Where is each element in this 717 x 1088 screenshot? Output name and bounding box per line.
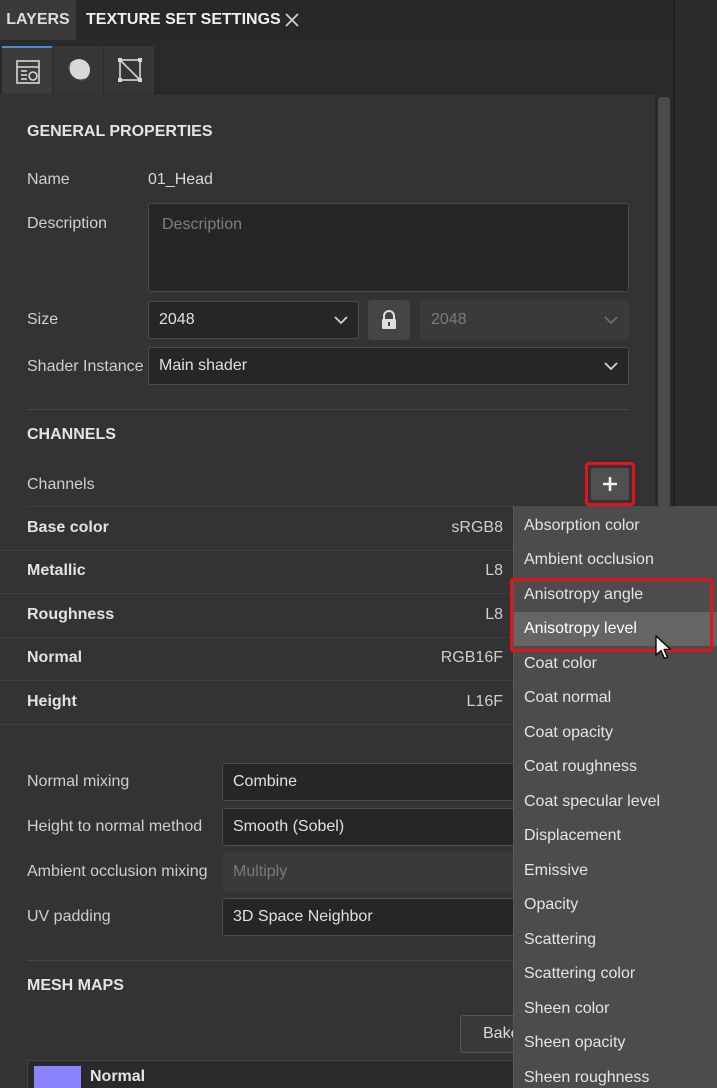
normal-mixing-value: Combine [233, 773, 298, 790]
channel-name: Metallic [27, 562, 86, 579]
ao-mixing-value: Multiply [233, 863, 288, 880]
height-to-normal-select[interactable]: Smooth (Sobel) [222, 808, 522, 846]
mode-toolbar [0, 40, 673, 94]
normal-mixing-label: Normal mixing [27, 773, 130, 790]
lock-size-button[interactable] [368, 300, 410, 340]
ao-mixing-label: Ambient occlusion mixing [27, 863, 208, 880]
lock-icon [382, 310, 396, 329]
tab-layers[interactable]: LAYERS [0, 0, 76, 40]
section-divider [27, 409, 629, 410]
height-to-normal-label: Height to normal method [27, 818, 203, 835]
dropdown-item-emissive[interactable]: Emissive [514, 854, 717, 888]
plus-icon [603, 477, 617, 491]
size-select[interactable]: 2048 [148, 301, 359, 339]
shader-instance-select[interactable]: Main shader [148, 347, 629, 385]
description-label: Description [27, 215, 108, 232]
channels-label: Channels [27, 476, 95, 493]
size-select-locked: 2048 [420, 301, 629, 339]
dropdown-item-sheen-roughness[interactable]: Sheen roughness [514, 1061, 717, 1088]
uv-padding-value: 3D Space Neighbor [233, 908, 373, 925]
panel-tab-bar: LAYERS TEXTURE SET SETTINGS [0, 0, 673, 40]
size-select-value: 2048 [159, 311, 195, 328]
mouse-pointer-icon [655, 635, 673, 666]
channel-row-metallic[interactable]: Metallic L8 [0, 550, 513, 594]
channel-format[interactable]: RGB16F [441, 649, 503, 667]
channel-name: Base color [27, 519, 109, 536]
description-field[interactable]: Description [148, 203, 629, 292]
normal-mixing-select[interactable]: Combine [222, 763, 522, 801]
channel-format[interactable]: sRGB8 [451, 519, 503, 537]
dropdown-item-ambient-occlusion[interactable]: Ambient occlusion [514, 543, 717, 577]
channel-row-normal[interactable]: Normal RGB16F [0, 637, 513, 681]
ao-mixing-select: Multiply [222, 853, 522, 891]
dropdown-item-sheen-color[interactable]: Sheen color [514, 992, 717, 1026]
uv-padding-label: UV padding [27, 908, 111, 925]
dropdown-item-coat-color[interactable]: Coat color [514, 647, 717, 681]
channel-name: Roughness [27, 606, 115, 623]
height-to-normal-value: Smooth (Sobel) [233, 818, 345, 835]
material-sphere-icon[interactable] [53, 46, 103, 94]
channels-title: CHANNELS [27, 426, 116, 443]
channel-name: Normal [27, 649, 83, 666]
channel-format[interactable]: L8 [485, 562, 503, 580]
dropdown-item-coat-specular-level[interactable]: Coat specular level [514, 785, 717, 819]
mesh-map-name: Normal [90, 1068, 146, 1085]
dropdown-item-coat-normal[interactable]: Coat normal [514, 681, 717, 715]
name-label: Name [27, 171, 70, 188]
channel-name: Height [27, 693, 77, 710]
dropdown-item-absorption-color[interactable]: Absorption color [514, 509, 717, 543]
general-properties-title: GENERAL PROPERTIES [27, 123, 213, 140]
channel-row-height[interactable]: Height L16F [0, 681, 513, 725]
uv-padding-select[interactable]: 3D Space Neighbor [222, 898, 522, 936]
name-value[interactable]: 01_Head [148, 171, 213, 189]
dropdown-item-coat-opacity[interactable]: Coat opacity [514, 716, 717, 750]
mesh-maps-title: MESH MAPS [27, 977, 124, 994]
size-label: Size [27, 311, 59, 328]
channel-format[interactable]: L16F [467, 693, 503, 711]
dropdown-item-displacement[interactable]: Displacement [514, 819, 717, 853]
tab-texture-set-settings[interactable]: TEXTURE SET SETTINGS [86, 0, 281, 40]
add-channel-highlight [585, 462, 635, 506]
mesh-map-thumbnail [34, 1066, 81, 1088]
close-icon[interactable] [283, 11, 301, 29]
chevron-down-icon [334, 316, 348, 325]
size-locked-value: 2048 [431, 311, 467, 328]
chevron-down-icon [604, 316, 618, 325]
chevron-down-icon [604, 362, 618, 371]
dropdown-item-sheen-opacity[interactable]: Sheen opacity [514, 1026, 717, 1060]
uv-mesh-icon[interactable] [104, 46, 154, 94]
dropdown-item-opacity[interactable]: Opacity [514, 888, 717, 922]
channel-format[interactable]: L8 [485, 606, 503, 624]
texture-set-settings-icon[interactable] [2, 46, 52, 94]
shader-instance-label: Shader Instance [27, 358, 144, 375]
channel-row-base-color[interactable]: Base color sRGB8 [0, 507, 513, 551]
dropdown-item-scattering[interactable]: Scattering [514, 923, 717, 957]
mesh-map-row-normal[interactable]: Normal [27, 1060, 547, 1088]
channel-row-roughness[interactable]: Roughness L8 [0, 594, 513, 638]
dropdown-item-scattering-color[interactable]: Scattering color [514, 957, 717, 991]
dropdown-item-coat-roughness[interactable]: Coat roughness [514, 750, 717, 784]
shader-instance-value: Main shader [159, 357, 248, 374]
anisotropy-highlight-box [510, 578, 713, 652]
add-channel-button[interactable] [591, 468, 629, 500]
